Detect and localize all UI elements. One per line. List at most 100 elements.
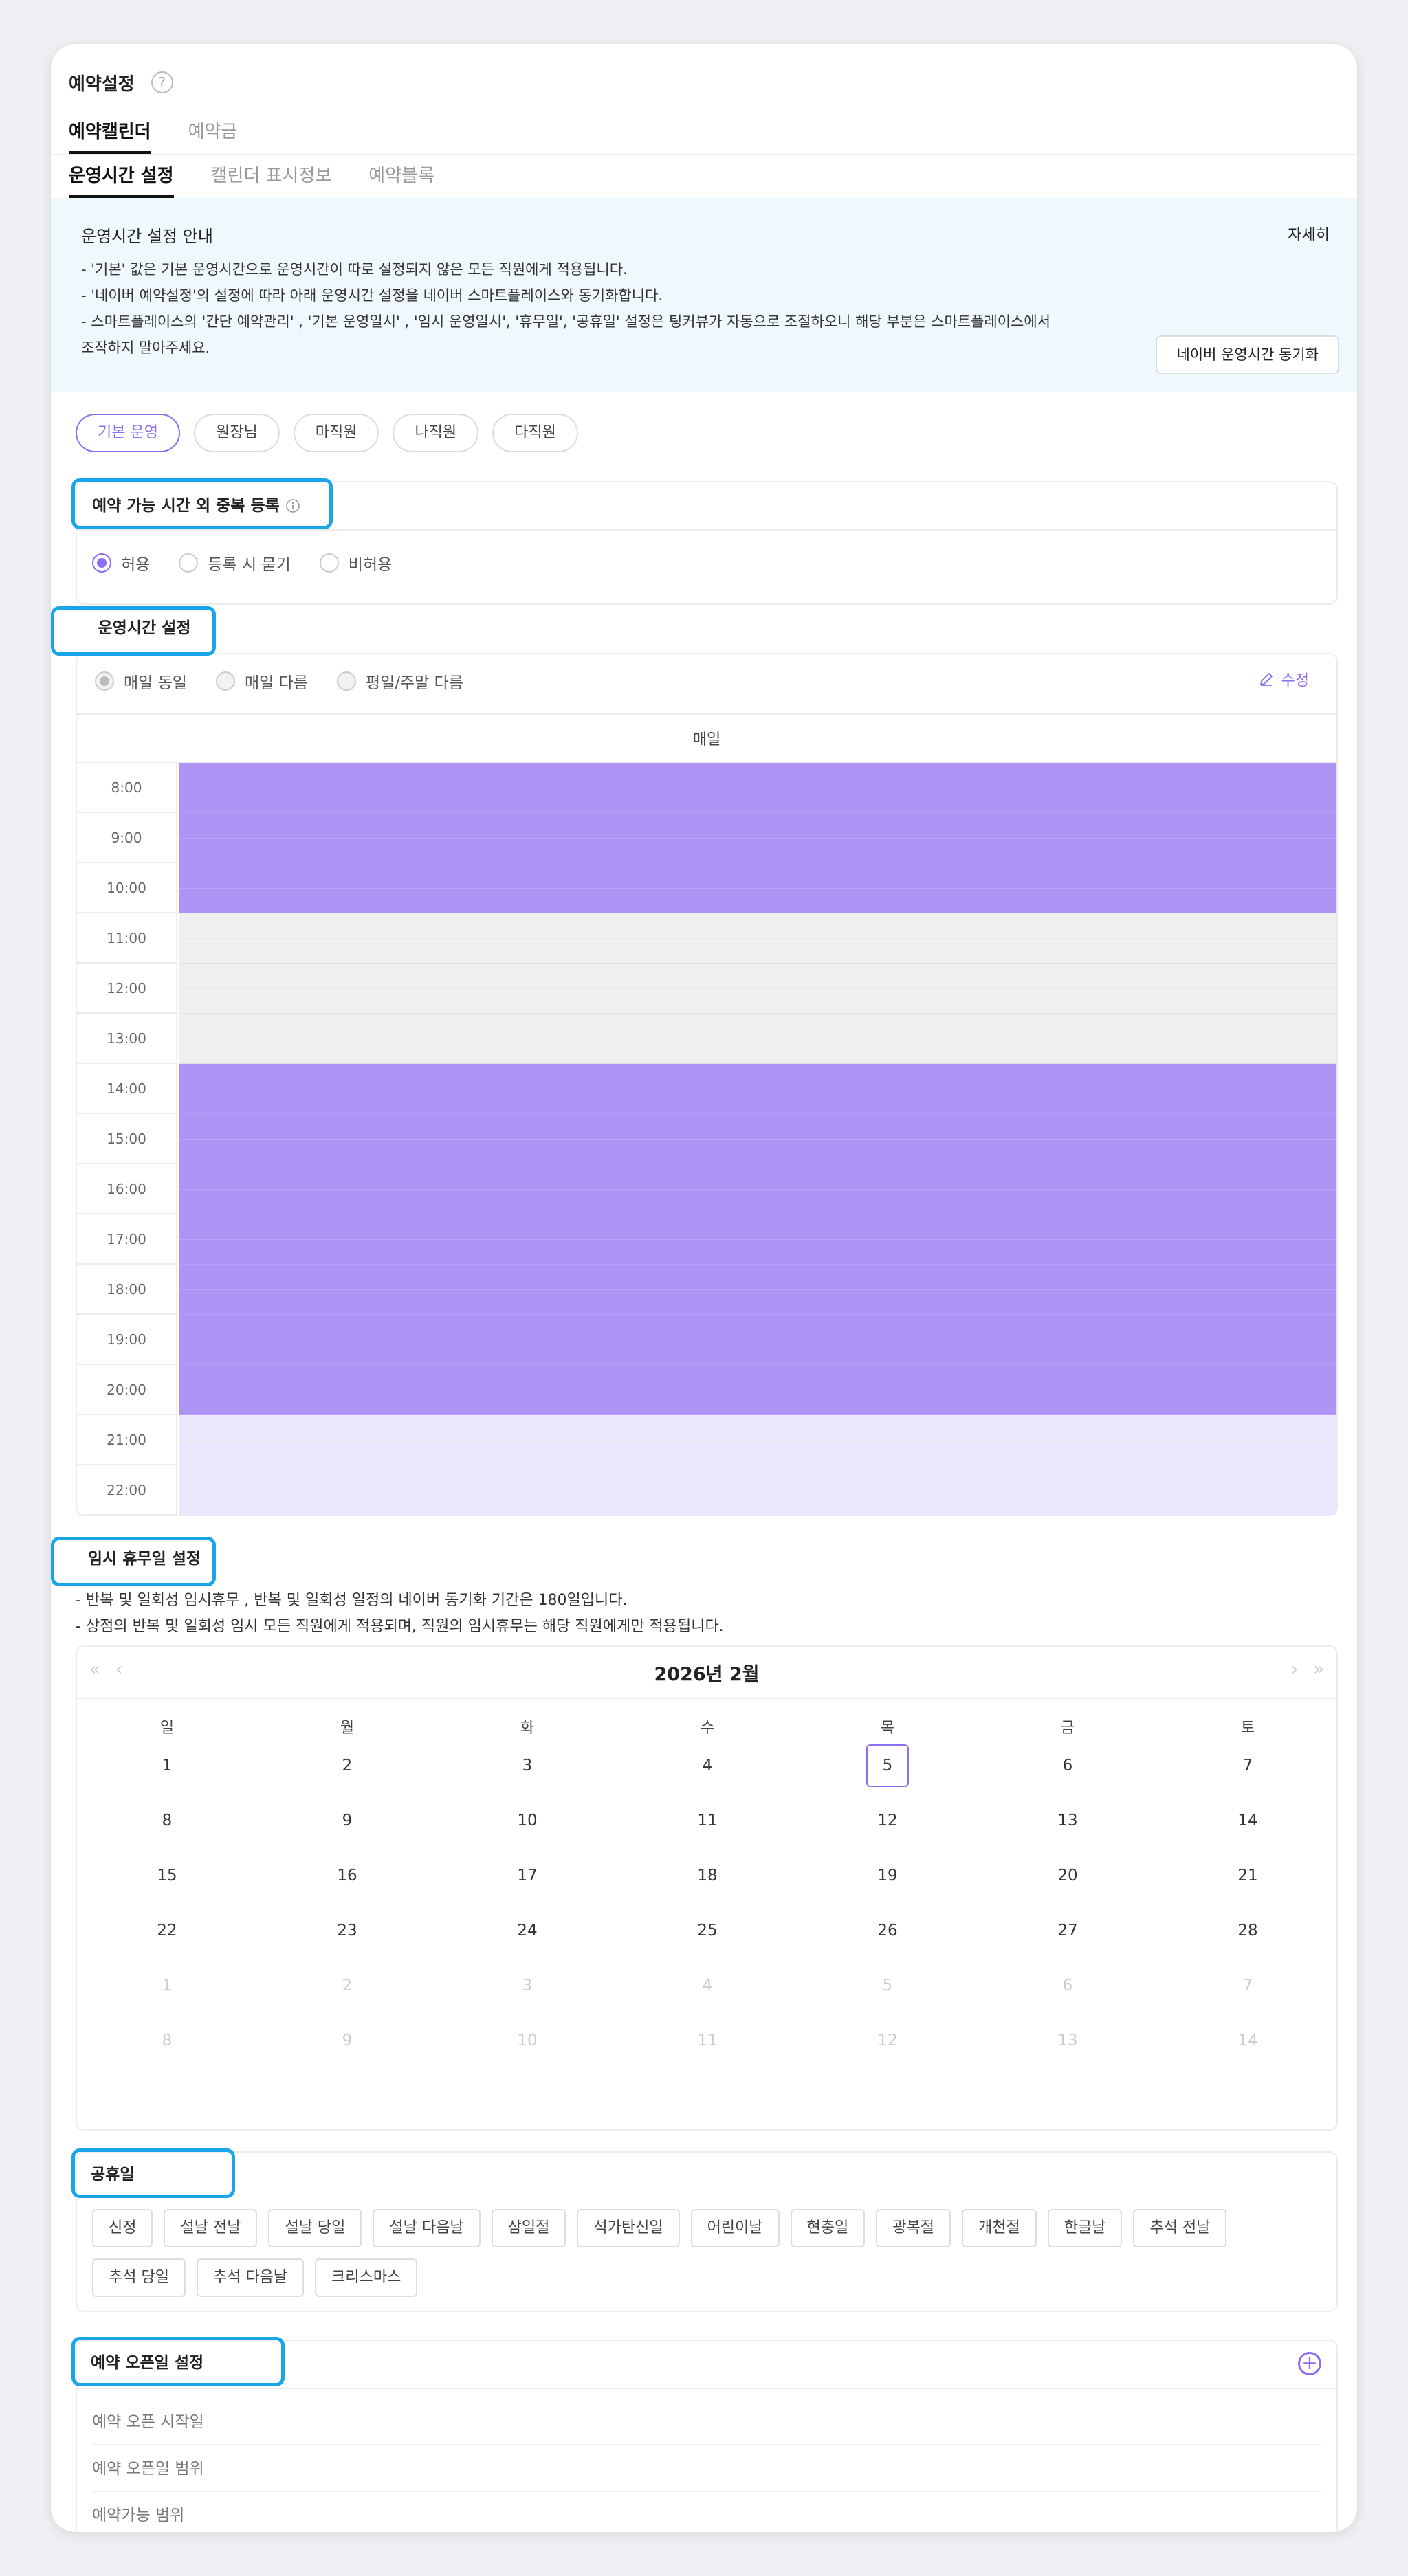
hour-slot-closed[interactable] <box>179 1014 1336 1064</box>
naver-sync-button[interactable]: 네이버 운영시간 동기화 <box>1156 335 1339 374</box>
calendar-day[interactable]: 8 <box>77 1795 257 1846</box>
staff-chip[interactable]: 나직원 <box>393 414 479 452</box>
calendar-day[interactable]: 12 <box>798 2015 978 2066</box>
holiday-chip[interactable]: 어린이날 <box>690 2209 780 2247</box>
calendar-day[interactable]: 23 <box>257 1905 437 1956</box>
calendar-day[interactable]: 21 <box>1158 1850 1338 1901</box>
holiday-chip[interactable]: 추석 전날 <box>1133 2209 1227 2247</box>
calendar-day[interactable]: 7 <box>1158 1740 1338 1791</box>
calendar-day[interactable]: 14 <box>1158 1795 1338 1846</box>
calendar-day[interactable]: 1 <box>77 1960 257 2011</box>
hour-slot-after[interactable] <box>179 1465 1336 1515</box>
holiday-chip[interactable]: 한글날 <box>1047 2209 1123 2247</box>
holiday-chip[interactable]: 추석 당일 <box>92 2258 186 2297</box>
holiday-chip[interactable]: 설날 다음날 <box>373 2209 481 2247</box>
hour-slot-open[interactable] <box>179 1315 1336 1365</box>
staff-chip[interactable]: 다직원 <box>492 414 578 452</box>
calendar-day[interactable]: 4 <box>617 1960 798 2011</box>
holiday-chip[interactable]: 설날 당일 <box>268 2209 362 2247</box>
holiday-chip[interactable]: 크리스마스 <box>315 2258 418 2297</box>
radio-allow[interactable]: 허용 <box>92 551 150 575</box>
holiday-chip[interactable]: 신정 <box>92 2209 153 2247</box>
holiday-chip[interactable]: 석가탄신일 <box>577 2209 680 2247</box>
calendar-day[interactable]: 22 <box>77 1905 257 1956</box>
calendar-day[interactable]: 17 <box>437 1850 617 1901</box>
hour-slot-open[interactable] <box>179 863 1336 913</box>
holiday-chip[interactable]: 삼일절 <box>491 2209 566 2247</box>
edit-button[interactable]: 수정 <box>1258 668 1309 690</box>
calendar-day[interactable]: 18 <box>617 1850 798 1901</box>
tab-reservation-calendar[interactable]: 예약캘린더 <box>69 113 151 154</box>
hour-slot-open[interactable] <box>179 1265 1336 1315</box>
radio-deny[interactable]: 비허용 <box>319 551 392 575</box>
holiday-chip[interactable]: 설날 전날 <box>164 2209 258 2247</box>
calendar-day[interactable]: 3 <box>437 1740 617 1791</box>
calendar-day[interactable]: 28 <box>1158 1905 1338 1956</box>
calendar-day[interactable]: 5 <box>798 1960 978 2011</box>
staff-chip[interactable]: 마직원 <box>293 414 380 452</box>
holiday-chip[interactable]: 개천절 <box>962 2209 1037 2247</box>
radio-diff-daily[interactable]: 매일 다름 <box>215 669 308 693</box>
hour-slot-open[interactable] <box>179 813 1336 863</box>
next-year-icon[interactable]: » <box>1313 1659 1324 1680</box>
open-start-row[interactable]: 예약 오픈 시작일 <box>92 2399 1321 2445</box>
tab-reservation-block[interactable]: 예약블록 <box>368 157 434 198</box>
calendar-day[interactable]: 2 <box>257 1740 437 1791</box>
calendar-day[interactable]: 19 <box>798 1850 978 1901</box>
calendar-day[interactable]: 6 <box>978 1960 1158 2011</box>
calendar-day[interactable]: 12 <box>798 1795 978 1846</box>
hour-slot-after[interactable] <box>179 1415 1336 1465</box>
plus-circle-icon[interactable]: + <box>1298 2352 1321 2375</box>
hour-slot-open[interactable] <box>179 1365 1336 1415</box>
staff-chip[interactable]: 기본 운영 <box>76 414 180 452</box>
hour-slot-closed[interactable] <box>179 913 1336 964</box>
holiday-chip[interactable]: 광복절 <box>876 2209 951 2247</box>
calendar-day[interactable]: 11 <box>617 2015 798 2066</box>
staff-chip[interactable]: 원장님 <box>193 414 280 452</box>
calendar-day[interactable]: 13 <box>978 2015 1158 2066</box>
hour-slot-open[interactable] <box>179 1214 1336 1265</box>
calendar-day[interactable]: 26 <box>798 1905 978 1956</box>
calendar-day[interactable]: 11 <box>617 1795 798 1846</box>
calendar-day[interactable]: 27 <box>978 1905 1158 1956</box>
radio-weekday-weekend[interactable]: 평일/주말 다름 <box>336 669 463 693</box>
prev-month-icon[interactable]: ‹ <box>116 1659 122 1680</box>
open-range-row[interactable]: 예약 오픈일 범위 <box>92 2445 1321 2492</box>
holiday-chip[interactable]: 추석 다음날 <box>196 2258 305 2297</box>
calendar-day[interactable]: 9 <box>257 2015 437 2066</box>
info-more-link[interactable]: 자세히 <box>1288 223 1330 245</box>
calendar-day[interactable]: 25 <box>617 1905 798 1956</box>
help-icon[interactable]: ? <box>151 71 173 93</box>
calendar-day[interactable]: 10 <box>437 2015 617 2066</box>
calendar-day[interactable]: 20 <box>978 1850 1158 1901</box>
prev-year-icon[interactable]: « <box>89 1659 100 1680</box>
calendar-day[interactable]: 9 <box>257 1795 437 1846</box>
calendar-day[interactable]: 3 <box>437 1960 617 2011</box>
tab-calendar-display[interactable]: 캘린더 표시정보 <box>211 157 332 198</box>
calendar-day[interactable]: 24 <box>437 1905 617 1956</box>
hour-slot-open[interactable] <box>179 1164 1336 1214</box>
available-range-row[interactable]: 예약가능 범위 <box>92 2492 1321 2532</box>
calendar-day[interactable]: 5 <box>798 1740 978 1791</box>
calendar-day[interactable]: 8 <box>77 2015 257 2066</box>
calendar-day[interactable]: 10 <box>437 1795 617 1846</box>
calendar-day[interactable]: 7 <box>1158 1960 1338 2011</box>
calendar-day[interactable]: 1 <box>77 1740 257 1791</box>
calendar-day[interactable]: 16 <box>257 1850 437 1901</box>
tab-operating-hours[interactable]: 운영시간 설정 <box>69 157 174 198</box>
hour-slot-closed[interactable] <box>179 964 1336 1014</box>
calendar-day[interactable]: 4 <box>617 1740 798 1791</box>
radio-ask[interactable]: 등록 시 묻기 <box>179 551 291 575</box>
hour-slot-open[interactable] <box>179 1064 1336 1114</box>
calendar-day[interactable]: 15 <box>77 1850 257 1901</box>
hour-slot-open[interactable] <box>179 763 1336 813</box>
calendar-day[interactable]: 13 <box>978 1795 1158 1846</box>
calendar-day[interactable]: 2 <box>257 1960 437 2011</box>
calendar-day[interactable]: 14 <box>1158 2015 1338 2066</box>
radio-same-daily[interactable]: 매일 동일 <box>95 669 187 693</box>
next-month-icon[interactable]: › <box>1291 1659 1298 1680</box>
holiday-chip[interactable]: 현충일 <box>790 2209 866 2247</box>
calendar-day[interactable]: 6 <box>978 1740 1158 1791</box>
tab-deposit[interactable]: 예약금 <box>188 113 238 154</box>
hour-slot-open[interactable] <box>179 1114 1336 1164</box>
